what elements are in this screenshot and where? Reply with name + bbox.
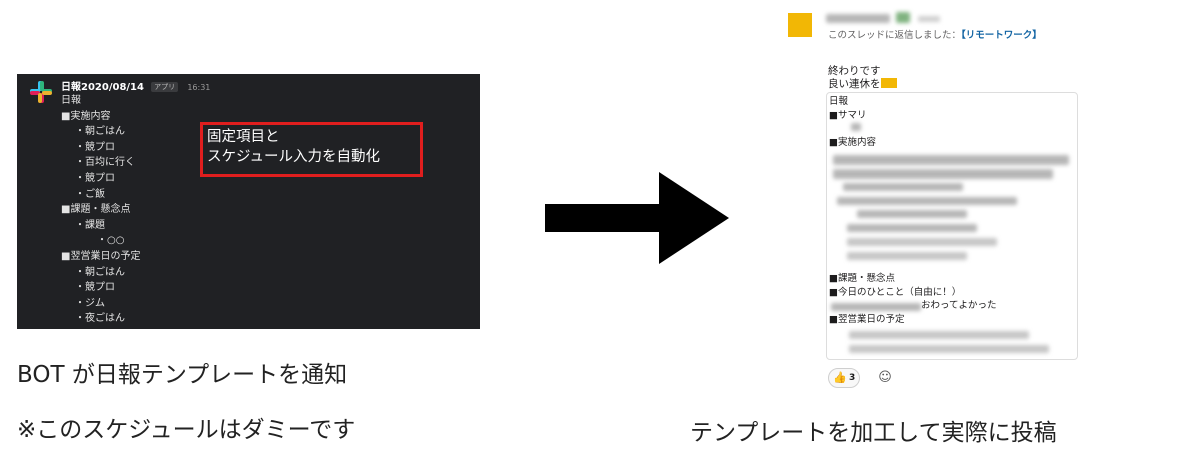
section-work: ■実施内容	[829, 136, 876, 148]
section-summary: ■サマリ	[829, 109, 867, 121]
message-time[interactable]: 16:31	[187, 83, 210, 92]
template-title: 日報	[829, 96, 849, 107]
highlight-callout: 固定項目と スケジュール入力を自動化	[200, 122, 423, 177]
reply-note-text: このスレッドに返信しました：	[828, 30, 962, 41]
message-header: 日報2020/08/14 アプリ 16:31	[61, 78, 210, 93]
redacted-text	[833, 155, 1069, 165]
redacted-text	[847, 238, 997, 246]
section-today-word: ■今日のひとこと（自由に！）	[829, 286, 962, 298]
message-line: ・ご飯	[75, 188, 105, 200]
avatar[interactable]	[788, 13, 812, 37]
post-line: 良い連休を	[828, 77, 897, 91]
message-line: ■翌営業日の予定	[61, 250, 141, 262]
left-caption: BOT が日報テンプレートを通知	[17, 362, 348, 388]
redacted-text	[837, 197, 1017, 205]
message-line: ・○○	[97, 235, 125, 247]
post-line: 終わりです	[828, 65, 881, 77]
right-arrow-icon	[545, 172, 729, 264]
user-name-redacted[interactable]	[826, 14, 890, 23]
redacted-text	[849, 345, 1049, 353]
message-line: ■課題・懸念点	[61, 204, 131, 216]
time-redacted	[918, 16, 940, 22]
message-line: ・夜ごはん	[75, 313, 125, 325]
message-line: ■実施内容	[61, 110, 111, 122]
post-body: 終わりです 良い連休を	[828, 65, 897, 90]
section-issues: ■課題・懸念点	[829, 273, 895, 284]
add-reaction-icon[interactable]: ☺	[875, 368, 895, 388]
message-line: ・朝ごはん	[75, 266, 125, 278]
message-title[interactable]: 日報2020/08/14	[61, 82, 144, 93]
slack-message-panel: 日報2020/08/14 アプリ 16:31 日報 ■実施内容 ・朝ごはん ・競…	[17, 74, 480, 329]
thumbs-up-reaction[interactable]: 👍 3	[828, 368, 860, 388]
message-line: ・ジム	[75, 297, 105, 309]
redacted-text	[831, 303, 921, 311]
app-badge: アプリ	[151, 82, 179, 92]
redacted-text	[847, 252, 967, 260]
message-line: ・競プロ	[75, 282, 115, 294]
redacted-text	[847, 224, 977, 232]
dummy-note: ※このスケジュールはダミーです	[17, 417, 356, 443]
redacted-text	[851, 123, 861, 131]
redacted-text	[849, 331, 1029, 339]
right-caption: テンプレートを加工して実際に投稿	[690, 420, 1057, 446]
slack-logo-icon	[30, 81, 52, 103]
message-body: 日報 ■実施内容 ・朝ごはん ・競プロ ・百均に行く ・競プロ ・ご飯 ■課題・…	[61, 93, 140, 327]
message-line: ・競プロ	[75, 141, 115, 153]
reaction-count: 3	[849, 373, 856, 383]
callout-line: 固定項目と	[207, 129, 280, 145]
thread-reply-note: このスレッドに返信しました：【リモートワーク】	[828, 30, 1078, 42]
message-line: ・百均に行く	[75, 157, 135, 169]
redacted-text	[843, 183, 963, 191]
section-next-day: ■翌営業日の予定	[829, 313, 905, 325]
callout-line: スケジュール入力を自動化	[207, 149, 380, 165]
post-line-text: 良い連休を	[828, 77, 881, 90]
thread-link[interactable]: 【リモートワーク】	[961, 30, 1042, 41]
redaction-mark	[880, 77, 897, 88]
thumbs-up-icon: 👍	[833, 371, 847, 384]
status-emoji-redacted	[896, 12, 910, 23]
message-line: ・競プロ	[75, 172, 115, 184]
template-block: 日報 ■サマリ ■実施内容 ■課題・懸念点 ■今日のひとこと（自由に！） おわっ…	[826, 92, 1078, 360]
message-line: 日報	[61, 95, 81, 106]
message-line: ・朝ごはん	[75, 126, 125, 138]
message-line: ・課題	[75, 219, 105, 231]
redacted-text	[857, 210, 967, 218]
redacted-text	[833, 169, 1053, 179]
